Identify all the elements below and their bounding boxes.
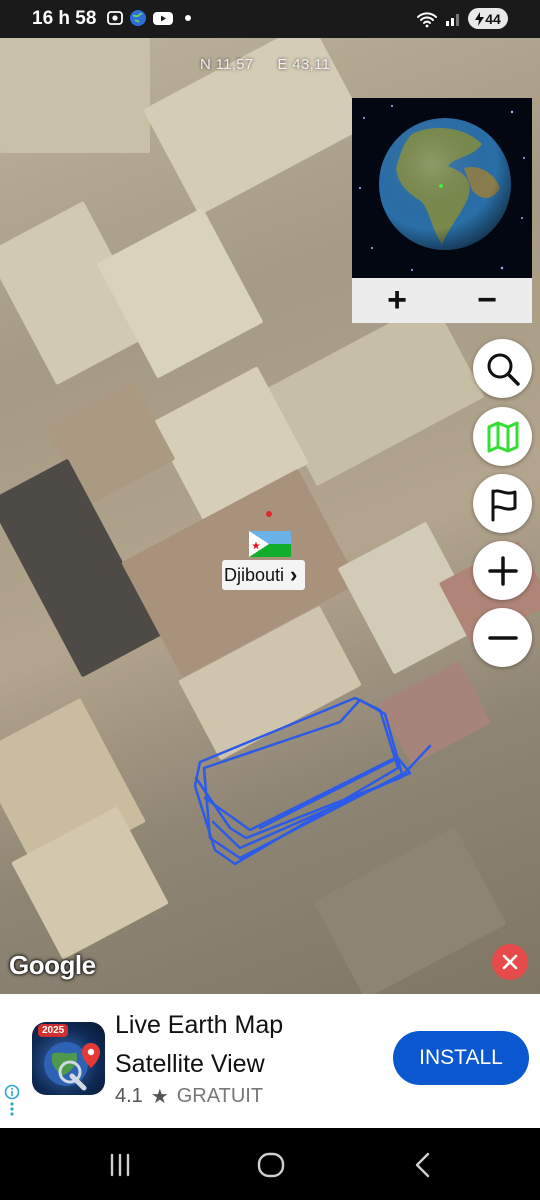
globe-widget: + − xyxy=(352,98,532,323)
install-button[interactable]: INSTALL xyxy=(393,1031,529,1085)
screenshot-icon xyxy=(107,11,123,25)
ad-banner[interactable]: 2025 Live Earth Map Satellite View 4.1 ★… xyxy=(0,994,540,1128)
minus-icon xyxy=(487,635,518,640)
home-icon[interactable] xyxy=(256,1150,286,1180)
app-icon[interactable]: 2025 xyxy=(32,1022,105,1095)
map-type-button[interactable] xyxy=(473,407,532,466)
close-icon xyxy=(502,954,518,970)
zoom-in-button[interactable] xyxy=(473,541,532,600)
wifi-icon xyxy=(417,11,437,27)
ad-title[interactable]: Live Earth Map Satellite View xyxy=(115,1006,385,1084)
place-name: Djibouti xyxy=(224,564,285,585)
back-icon[interactable] xyxy=(408,1150,438,1180)
battery-level: 44 xyxy=(485,10,501,27)
globe-zoom-out-button[interactable]: − xyxy=(442,278,532,323)
flag-icon xyxy=(491,488,516,521)
map-attribution-logo: Google xyxy=(9,950,96,980)
star-icon: ★ xyxy=(150,1086,169,1108)
zoom-out-button[interactable] xyxy=(473,608,532,667)
ad-info-icon[interactable] xyxy=(4,1084,20,1118)
youtube-icon xyxy=(153,12,173,25)
search-icon xyxy=(487,353,520,386)
battery-indicator: 44 xyxy=(468,8,508,29)
plus-icon xyxy=(487,555,518,586)
ad-title-line1: Live Earth Map xyxy=(115,1011,284,1039)
status-time: 16 h 58 xyxy=(32,8,97,29)
map-icon xyxy=(487,421,518,452)
status-left-icons xyxy=(106,9,191,27)
globe-view[interactable] xyxy=(352,98,532,278)
status-bar: 16 h 58 44 xyxy=(0,0,540,38)
rating-value: 4.1 xyxy=(115,1085,143,1107)
ad-rating-row: 4.1 ★ GRATUIT xyxy=(115,1084,263,1109)
app-year-badge: 2025 xyxy=(38,1024,69,1037)
close-ad-button[interactable] xyxy=(492,944,528,980)
price-label: GRATUIT xyxy=(176,1085,264,1107)
djibouti-flag-icon[interactable] xyxy=(249,531,291,557)
signal-icon xyxy=(446,13,459,26)
system-nav-bar xyxy=(0,1128,540,1200)
ad-title-line2: Satellite View xyxy=(115,1050,265,1078)
globe-icon xyxy=(359,105,525,271)
notification-dot xyxy=(185,15,191,21)
globe-zoom-bar: + − xyxy=(352,278,532,323)
place-label-button[interactable]: Djibouti › xyxy=(222,560,306,590)
flag-button[interactable] xyxy=(473,474,532,533)
globe-zoom-in-button[interactable]: + xyxy=(352,278,442,323)
location-pin-dot xyxy=(266,511,272,517)
satellite-map[interactable]: N 11,57 E 43,11 + − Djibouti › Google xyxy=(0,38,540,994)
status-right-icons: 44 xyxy=(416,8,508,29)
search-button[interactable] xyxy=(473,339,532,398)
recents-icon[interactable] xyxy=(105,1150,135,1180)
chevron-right-icon: › xyxy=(290,562,298,587)
globe-app-icon xyxy=(130,10,146,26)
battery-charging-icon xyxy=(475,11,485,26)
